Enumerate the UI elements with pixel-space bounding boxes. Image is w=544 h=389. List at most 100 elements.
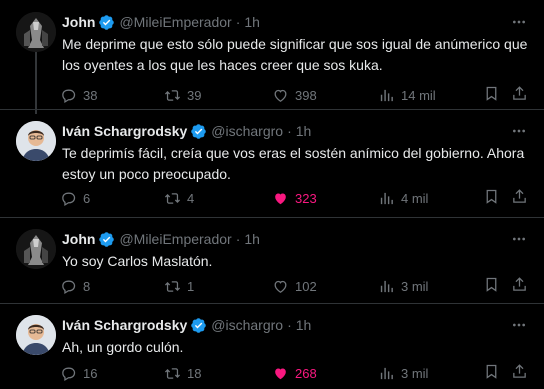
user-handle[interactable]: @MileiEmperador [119, 14, 231, 30]
tweet-text: Te deprimís fácil, creía que vos eras el… [62, 145, 525, 182]
more-options-icon[interactable] [510, 123, 528, 139]
heart-filled-icon [275, 193, 286, 204]
more-options-icon[interactable] [510, 14, 528, 30]
views-chart-icon [380, 280, 393, 292]
like-count: 398 [295, 87, 317, 103]
reply-icon [62, 192, 76, 206]
verified-badge-icon [191, 123, 207, 139]
share-icon[interactable] [511, 276, 528, 293]
reply-count: 8 [83, 278, 91, 294]
reply-button[interactable]: 16 [60, 363, 97, 383]
retweet-icon [164, 280, 181, 292]
bookmark-icon[interactable] [483, 276, 500, 293]
more-options-icon[interactable] [510, 317, 528, 333]
views-button[interactable]: 4 mil [378, 188, 428, 208]
bookmark-icon[interactable] [483, 188, 500, 205]
retweet-button[interactable]: 18 [164, 363, 201, 383]
avatar[interactable] [16, 121, 56, 161]
tweet-text: Yo soy Carlos Maslatón. [62, 253, 213, 269]
tweet-actions: 6 4 323 4 mil [60, 188, 530, 208]
views-chart-icon [380, 192, 393, 204]
heart-filled-icon [275, 368, 286, 379]
verified-badge-icon [191, 317, 207, 333]
timestamp[interactable]: 1h [244, 231, 260, 247]
divider [0, 303, 544, 304]
like-button[interactable]: 323 [272, 188, 317, 208]
tweet-header: John @MileiEmperador · 1h [62, 229, 260, 249]
display-name[interactable]: John [62, 14, 95, 30]
bookmark-icon[interactable] [483, 85, 500, 102]
display-name[interactable]: Iván Schargrodsky [62, 317, 187, 333]
share-icon[interactable] [511, 363, 528, 380]
tweet-actions: 8 1 102 3 mil [60, 276, 530, 296]
tweet-actions: 16 18 268 3 mil [60, 363, 530, 383]
user-handle[interactable]: @ischargro [211, 123, 283, 139]
separator-dot: · [287, 123, 292, 139]
bookmark-icon[interactable] [483, 363, 500, 380]
reply-button[interactable]: 8 [60, 276, 90, 296]
timestamp[interactable]: 1h [296, 317, 312, 333]
reply-button[interactable]: 6 [60, 188, 90, 208]
reply-icon [62, 89, 76, 103]
retweet-count: 4 [187, 190, 195, 206]
tweet-header: Iván Schargrodsky @ischargro · 1h [62, 121, 311, 141]
retweet-button[interactable]: 39 [164, 85, 201, 105]
timestamp[interactable]: 1h [244, 14, 260, 30]
views-count: 14 mil [401, 87, 436, 103]
separator-dot: · [235, 231, 241, 247]
reply-count: 38 [83, 87, 98, 103]
reply-icon [62, 367, 76, 381]
views-count: 3 mil [401, 365, 429, 381]
retweet-button[interactable]: 1 [164, 276, 194, 296]
like-button[interactable]: 268 [272, 363, 317, 383]
tweet-text: Ah, un gordo culón. [62, 339, 184, 355]
like-button[interactable]: 398 [272, 85, 317, 105]
avatar[interactable] [16, 315, 56, 355]
divider [0, 109, 544, 110]
retweet-button[interactable]: 4 [164, 188, 194, 208]
divider [0, 217, 544, 218]
more-options-icon[interactable] [510, 231, 528, 247]
retweet-count: 18 [187, 365, 202, 381]
like-count: 268 [295, 365, 317, 381]
views-chart-icon [380, 367, 393, 379]
separator-dot: · [235, 14, 241, 30]
views-button[interactable]: 3 mil [378, 276, 428, 296]
tweet-header: John @MileiEmperador · 1h [62, 12, 260, 32]
views-button[interactable]: 14 mil [378, 85, 436, 105]
like-count: 323 [295, 190, 317, 206]
tweet-header: Iván Schargrodsky @ischargro · 1h [62, 315, 311, 335]
retweet-count: 1 [187, 278, 195, 294]
retweet-count: 39 [187, 87, 202, 103]
share-icon[interactable] [511, 85, 528, 102]
like-button[interactable]: 102 [272, 276, 317, 296]
tweet-actions: 38 39 398 14 mil [60, 85, 530, 105]
user-handle[interactable]: @ischargro [211, 317, 283, 333]
reply-button[interactable]: 38 [60, 85, 97, 105]
views-count: 4 mil [401, 190, 429, 206]
separator-dot: · [287, 317, 292, 333]
heart-icon [274, 89, 287, 102]
retweet-icon [164, 192, 181, 204]
verified-badge-icon [99, 231, 115, 247]
tweet-text: Me deprime que esto sólo puede significa… [62, 36, 528, 73]
reply-icon [62, 280, 76, 294]
display-name[interactable]: John [62, 231, 95, 247]
user-handle[interactable]: @MileiEmperador [119, 231, 231, 247]
heart-icon [274, 280, 287, 293]
display-name[interactable]: Iván Schargrodsky [62, 123, 187, 139]
timestamp[interactable]: 1h [296, 123, 312, 139]
reply-count: 16 [83, 365, 98, 381]
share-icon[interactable] [511, 188, 528, 205]
reply-count: 6 [83, 190, 91, 206]
views-count: 3 mil [401, 278, 429, 294]
verified-badge-icon [99, 14, 115, 30]
thread-line [35, 50, 37, 114]
views-button[interactable]: 3 mil [378, 363, 428, 383]
views-chart-icon [380, 89, 393, 101]
avatar[interactable] [16, 12, 56, 52]
retweet-icon [164, 367, 181, 379]
like-count: 102 [295, 278, 317, 294]
retweet-icon [164, 89, 181, 101]
avatar[interactable] [16, 229, 56, 269]
